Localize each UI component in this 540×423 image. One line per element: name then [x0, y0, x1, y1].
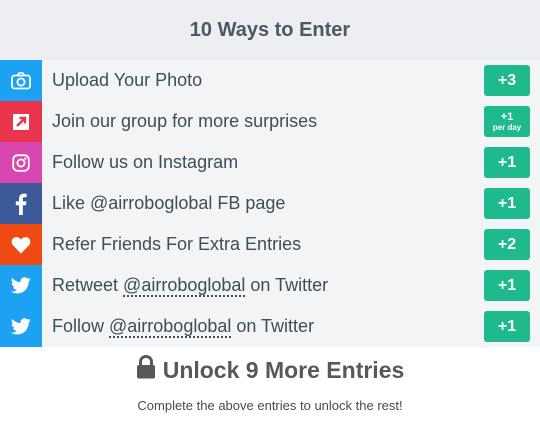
entry-label: Follow us on Instagram: [52, 152, 239, 172]
facebook-icon: [0, 183, 42, 224]
badge-points: +2: [497, 235, 517, 253]
twitter-icon: [0, 306, 42, 347]
camera-icon: [0, 60, 42, 101]
badge-points: +1: [497, 194, 517, 212]
entry-label: Like @airroboglobal FB page: [52, 193, 286, 213]
twitter-handle-link[interactable]: @airroboglobal: [109, 316, 232, 338]
badge-points: +1: [497, 317, 517, 335]
entry-points-badge: +1 per day: [484, 106, 530, 137]
instagram-icon: [0, 142, 42, 183]
unlock-subtitle: Complete the above entries to unlock the…: [137, 398, 403, 413]
badge-points: +1: [500, 110, 514, 123]
entry-twitter-retweet[interactable]: Retweet @airroboglobal on Twitter +1: [0, 265, 540, 306]
entry-methods-list: Upload Your Photo +3 Join our group for …: [0, 60, 540, 347]
badge-frequency: per day: [492, 122, 522, 132]
entry-points-badge: +1: [484, 147, 530, 178]
lock-icon: [136, 354, 156, 385]
badge-points: +1: [497, 153, 517, 171]
entry-methods-header: 10 Ways to Enter: [0, 0, 540, 60]
entry-points-badge: +1: [484, 270, 530, 301]
unlock-title-row: Unlock 9 More Entries: [0, 354, 540, 385]
twitter-handle-link[interactable]: @airroboglobal: [123, 275, 246, 297]
entry-instagram-follow[interactable]: Follow us on Instagram +1: [0, 142, 540, 183]
entry-label: Retweet @airroboglobal on Twitter: [42, 275, 484, 297]
entry-refer-friends[interactable]: Refer Friends For Extra Entries +2: [0, 224, 540, 265]
entry-join-group[interactable]: Join our group for more surprises +1 per…: [0, 101, 540, 142]
entry-label: Upload Your Photo: [52, 70, 203, 90]
entry-upload-photo[interactable]: Upload Your Photo +3: [0, 60, 540, 101]
header-title: 10 Ways to Enter: [189, 18, 351, 41]
badge-points: +1: [497, 276, 517, 294]
entry-points-badge: +2: [484, 229, 530, 260]
entry-points-badge: +1: [484, 188, 530, 219]
label-suffix: on Twitter: [245, 275, 329, 295]
unlock-panel: Unlock 9 More Entries Complete the above…: [0, 347, 540, 413]
entry-facebook-like[interactable]: Like @airroboglobal FB page +1: [0, 183, 540, 224]
entry-points-badge: +3: [484, 65, 530, 96]
entry-label: Follow @airroboglobal on Twitter: [42, 316, 484, 338]
unlock-title: Unlock 9 More Entries: [162, 356, 405, 383]
label-prefix: Follow: [52, 316, 110, 336]
heart-icon: [0, 224, 42, 265]
label-prefix: Retweet: [52, 275, 124, 295]
entry-label: Refer Friends For Extra Entries: [52, 234, 302, 254]
external-link-icon: [0, 101, 42, 142]
badge-points: +3: [497, 71, 517, 89]
entry-points-badge: +1: [484, 311, 530, 342]
label-suffix: on Twitter: [231, 316, 315, 336]
twitter-icon: [0, 265, 42, 306]
entry-twitter-follow[interactable]: Follow @airroboglobal on Twitter +1: [0, 306, 540, 347]
entry-label: Join our group for more surprises: [52, 111, 318, 131]
